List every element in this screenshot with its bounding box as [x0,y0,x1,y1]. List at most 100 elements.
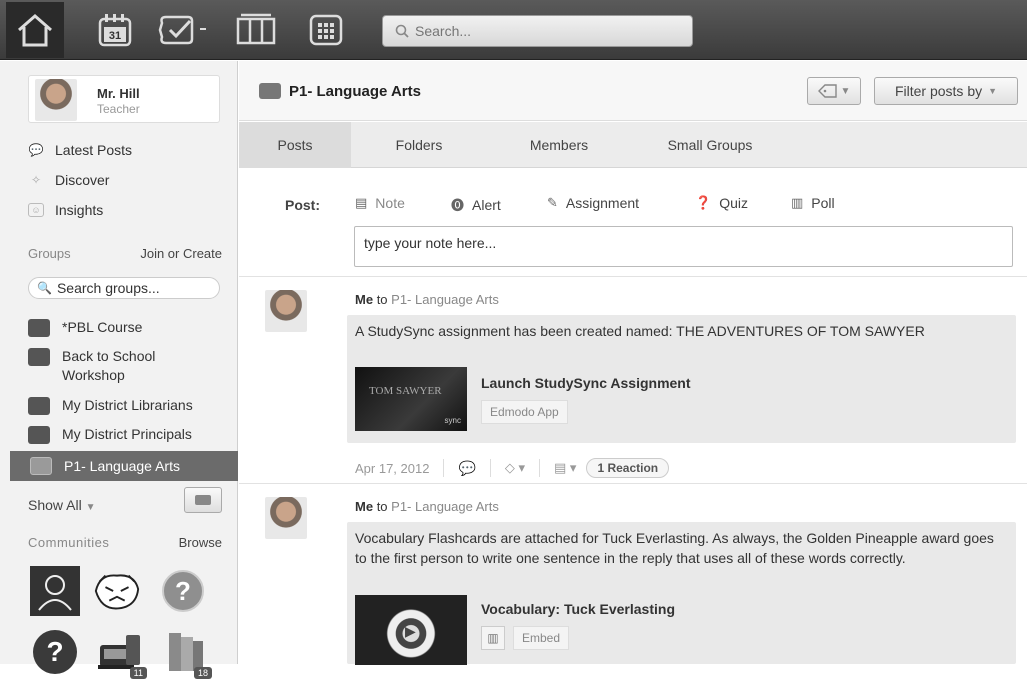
community-panther-icon[interactable] [92,566,142,616]
groups-label: Groups [28,246,71,261]
post-type-note[interactable]: ▤ Note [355,195,405,211]
community-badge: 18 [193,667,212,679]
calendar-icon[interactable]: 31 [95,10,135,50]
post-menu-icon[interactable]: ▤ ▾ [554,460,576,476]
svg-text:?: ? [175,576,191,606]
sidebar-item-label: Discover [55,172,110,188]
speech-bubble-icon: 💬 [28,143,44,157]
communities-header: Communities Browse [28,535,222,550]
group-archive-button[interactable] [184,487,222,513]
play-icon: ▶ [405,623,416,639]
post-meta: Apr 17, 2012 💬 ◇ ▾ ▤ ▾ 1 Reaction [355,458,670,478]
post-label: Post: [285,197,320,213]
tag-icon[interactable]: ◇ ▾ [505,460,525,476]
post-author[interactable]: Me [355,499,373,514]
post-type-quiz[interactable]: ❓ Quiz [695,195,748,211]
video-thumbnail[interactable]: ▶ [355,595,467,665]
sidebar-item-group[interactable]: Back to School Workshop [28,347,198,385]
avatar [265,497,307,539]
community-help-icon[interactable]: ? [30,627,80,677]
tab-members[interactable]: Members [511,122,607,168]
filter-posts-button[interactable]: Filter posts by ▼ [874,77,1018,105]
post-text: Vocabulary Flashcards are attached for T… [355,530,994,566]
post-type-label: Assignment [565,195,640,211]
sidebar-item-discover[interactable]: ✧ Discover [28,169,110,191]
tab-small-groups[interactable]: Small Groups [655,122,765,168]
sidebar-item-insights[interactable]: ☺ Insights [28,199,103,221]
group-label: Back to School Workshop [62,348,156,383]
post-group-link[interactable]: P1- Language Arts [391,499,499,514]
group-tabs: Posts Folders Members Small Groups [239,122,1027,168]
global-search-box[interactable] [382,15,693,47]
post-date: Apr 17, 2012 [355,460,430,476]
reaction-button[interactable]: 1 Reaction [586,458,670,478]
library-icon[interactable] [234,10,278,50]
sidebar-item-group[interactable]: My District Principals [28,425,228,444]
insights-icon: ☺ [28,203,44,217]
post-type-assignment[interactable]: ✎ Assignment [547,195,639,211]
chevron-down-icon: ▼ [85,502,96,513]
group-color-swatch [259,83,281,99]
home-icon[interactable] [6,2,64,58]
sidebar-item-label: Insights [55,202,104,218]
browse-link[interactable]: Browse [179,535,222,550]
community-help-icon[interactable]: ? [158,566,208,616]
sidebar-item-label: Latest Posts [55,142,133,158]
sidebar-item-group[interactable]: *PBL Course [28,318,228,337]
group-search-placeholder: Search groups... [56,280,160,296]
post-type-label: Alert [472,196,501,213]
chevron-down-icon: ▼ [840,85,851,97]
group-header: P1- Language Arts ▼ Filter posts by ▼ [239,61,1027,121]
global-search-input[interactable] [415,23,675,39]
communities-label: Communities [28,535,110,550]
post-header: Me to P1- Language Arts [355,292,499,307]
archive-icon [195,495,211,505]
tag-filter-button[interactable]: ▼ [807,77,861,105]
quiz-icon: ❓ [695,195,712,210]
thumbnail-title: TOM SAWYER [369,385,442,397]
post-composer: Post: ▤ Note ⓿ Alert ✎ Assignment ❓ Quiz… [239,169,1027,277]
divider [489,459,491,477]
post-body: A StudySync assignment has been created … [347,315,1016,443]
apps-grid-icon[interactable] [306,10,346,50]
community-books-icon[interactable]: 18 [160,627,212,679]
sidebar-item-latest-posts[interactable]: 💬 Latest Posts [28,139,133,161]
svg-text:31: 31 [109,30,121,42]
post-type-poll[interactable]: ▥ Poll [791,195,835,211]
compass-icon: ✧ [30,173,42,187]
post-group-link[interactable]: P1- Language Arts [391,292,499,307]
community-devices-icon[interactable]: 11 [95,627,147,679]
post-author[interactable]: Me [355,292,373,307]
launch-studysync-link[interactable]: Launch StudySync Assignment [481,375,691,391]
group-color-swatch [30,457,52,475]
reply-icon[interactable]: 💬 [458,460,475,477]
assignments-dropdown-icon[interactable] [155,10,217,50]
post-type-label: Note [375,195,405,211]
embed-button[interactable]: Embed [513,626,570,650]
sidebar-item-group-active[interactable]: P1- Language Arts [10,451,238,481]
note-input[interactable]: type your note here... [354,226,1013,267]
group-color-swatch [28,319,50,337]
studysync-thumbnail[interactable]: TOM SAWYER sync [355,367,467,431]
post-type-alert[interactable]: ⓿ Alert [451,195,501,214]
post-item: Me to P1- Language Arts A StudySync assi… [239,278,1027,484]
thumbnail-brand: sync [444,416,461,425]
profile-card[interactable]: Mr. Hill Teacher [28,75,220,123]
post-to-label: to [376,292,388,307]
community-profile-icon[interactable] [30,566,80,616]
show-all-toggle[interactable]: Show All ▼ [28,497,96,513]
vocabulary-link[interactable]: Vocabulary: Tuck Everlasting [481,601,675,617]
group-search-input[interactable]: 🔍 Search groups... [28,277,220,299]
divider [443,459,445,477]
community-badge: 11 [129,667,147,679]
group-color-swatch [28,397,50,415]
sidebar-item-group[interactable]: My District Librarians [28,396,228,415]
post-type-label: Poll [811,195,835,211]
tab-folders[interactable]: Folders [375,122,463,168]
group-color-swatch [28,426,50,444]
avatar [265,290,307,332]
search-icon: 🔍 [37,281,52,295]
chart-thumb-icon[interactable]: ▥ [481,626,505,650]
join-create-link[interactable]: Join or Create [140,246,222,261]
tab-posts[interactable]: Posts [239,122,351,168]
